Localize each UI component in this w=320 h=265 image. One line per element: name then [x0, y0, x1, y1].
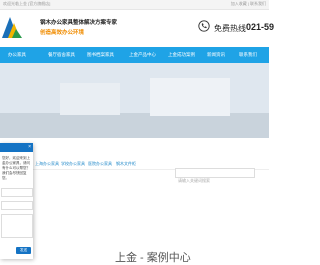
search-box	[175, 168, 255, 185]
top-links[interactable]: 加入收藏 | 联系我们	[231, 1, 266, 7]
chat-name-field[interactable]	[1, 188, 33, 197]
hotline-label: 免费热线	[214, 24, 246, 33]
chat-send-button[interactable]: 发送	[16, 247, 31, 254]
hotline-number: 021-59	[246, 22, 275, 32]
subnav-tab-shanghai[interactable]: 上海办公家具	[35, 161, 59, 167]
nav-item-library[interactable]: 图书档案家具	[87, 47, 114, 63]
phone-icon	[198, 20, 210, 32]
chat-greeting: 您好，欢迎来到上金办公家具，请问有什么可以帮您？我们会尽快回复您。	[2, 156, 30, 180]
chat-phone-field[interactable]	[1, 201, 33, 210]
slogan-line1: 钢木办公家具整体解决方案专家	[40, 20, 118, 26]
nav-item-office[interactable]: 办公家具	[0, 47, 34, 63]
nav-item-news[interactable]: 新闻资讯	[207, 47, 225, 63]
top-bar: 欢迎光临上金 [官方旗舰店] 加入收藏 | 联系我们	[0, 0, 269, 10]
nav-item-contact[interactable]: 联系我们	[239, 47, 257, 63]
subnav-tab-school[interactable]: 学校办公家具	[61, 161, 85, 167]
subnav-tab-cabinet[interactable]: 钢木文件柜	[116, 161, 136, 167]
chat-widget: × 您好，欢迎来到上金办公家具，请问有什么可以帮您？我们会尽快回复您。 发送	[0, 143, 33, 259]
banner-graphic	[0, 63, 269, 138]
main-nav: 办公家具 餐厅宿舍家具 图书档案家具 上金产品中心 上金成功案例 新闻资讯 联系…	[0, 47, 269, 63]
welcome-text: 欢迎光临上金 [官方旗舰店]	[3, 1, 51, 6]
nav-item-products[interactable]: 上金产品中心	[129, 47, 156, 63]
company-logo[interactable]	[0, 13, 24, 39]
chat-message-field[interactable]	[1, 214, 33, 238]
subnav-tab-hospital[interactable]: 医院办公家具	[88, 161, 112, 167]
nav-item-canteen[interactable]: 餐厅宿舍家具	[48, 47, 75, 63]
banner-image	[0, 63, 269, 138]
slogan-line2: 创造高效办公环境	[40, 30, 85, 36]
search-input[interactable]	[176, 176, 254, 185]
chat-close-button[interactable]: ×	[28, 144, 31, 150]
chat-header: ×	[0, 143, 33, 152]
nav-item-cases[interactable]: 上金成功案例	[168, 47, 195, 63]
